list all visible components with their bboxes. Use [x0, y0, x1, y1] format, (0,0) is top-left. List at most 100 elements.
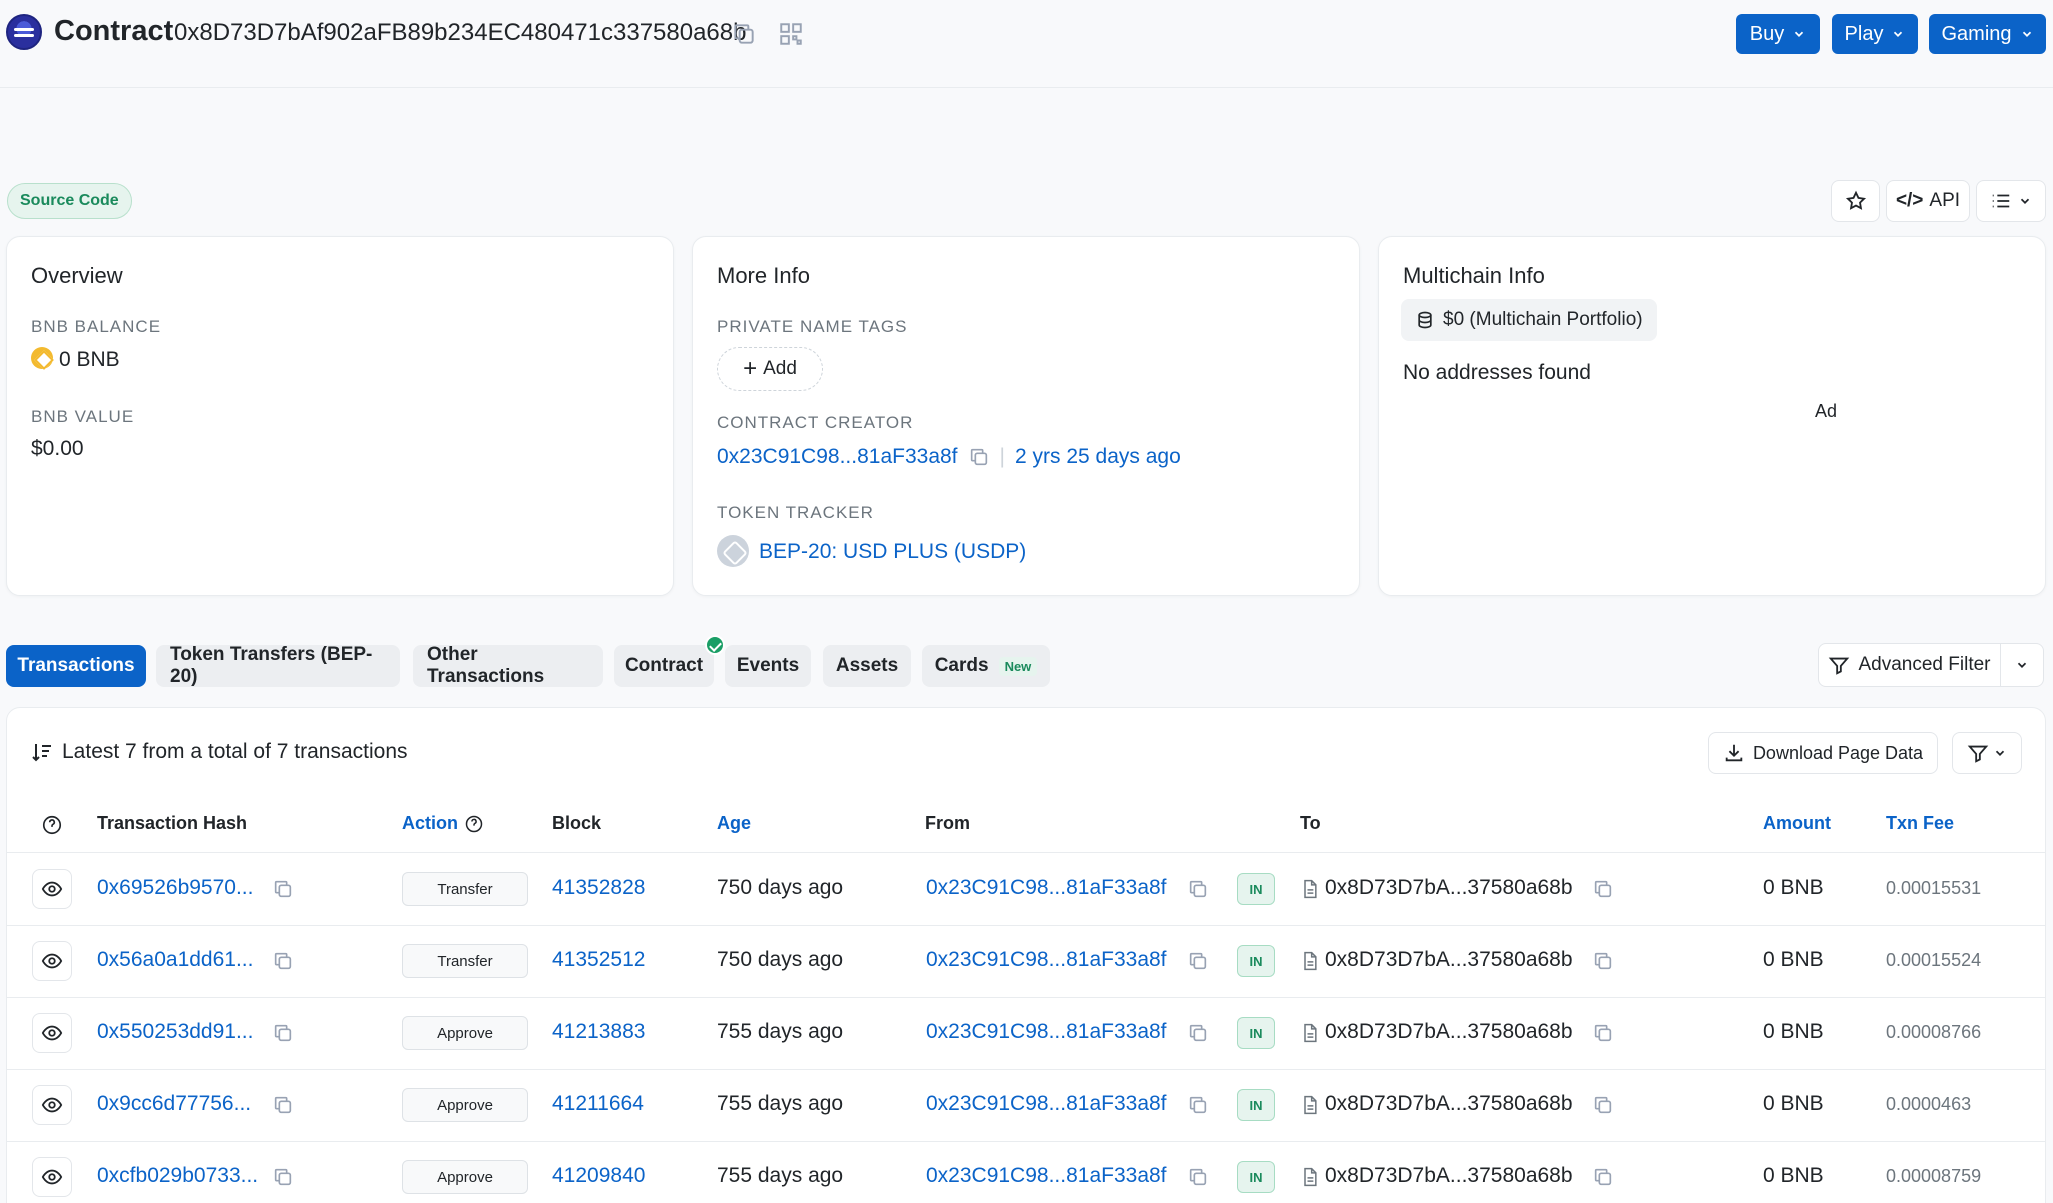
to-address[interactable]: 0x8D73D7bA...37580a68b — [1325, 876, 1573, 900]
favorite-button[interactable] — [1831, 180, 1880, 222]
download-label: Download Page Data — [1752, 742, 1924, 763]
tab-token-transfers[interactable]: Token Transfers (BEP-20) — [156, 644, 400, 687]
api-button-label: API — [1929, 190, 1961, 211]
tab-events[interactable]: Events — [725, 645, 811, 687]
from-address-link[interactable]: 0x23C91C98...81aF33a8f — [926, 1164, 1167, 1188]
from-address-link[interactable]: 0x23C91C98...81aF33a8f — [926, 876, 1167, 900]
tab-assets[interactable]: Assets — [823, 645, 911, 687]
copy-icon[interactable] — [1187, 1166, 1209, 1193]
copy-icon[interactable] — [1187, 878, 1209, 905]
bnb-value-label: BNB VALUE — [31, 407, 135, 426]
preview-button[interactable] — [32, 1013, 72, 1053]
eye-icon — [41, 1097, 63, 1113]
preview-button[interactable] — [32, 869, 72, 909]
copy-icon[interactable] — [272, 1094, 294, 1121]
col-action[interactable]: Action — [402, 813, 484, 834]
tab-transactions[interactable]: Transactions — [6, 645, 146, 687]
buy-button[interactable]: Buy — [1736, 14, 1820, 54]
txn-hash-link[interactable]: 0x9cc6d77756... — [97, 1092, 251, 1116]
txn-hash-link[interactable]: 0x550253dd91... — [97, 1020, 253, 1044]
api-button[interactable]: </> API — [1886, 180, 1970, 222]
copy-icon[interactable] — [272, 1022, 294, 1049]
download-icon — [1725, 744, 1743, 762]
advanced-filter-label: Advanced Filter — [1858, 654, 1991, 675]
site-logo-icon[interactable] — [6, 14, 42, 50]
copy-icon[interactable] — [1592, 1022, 1614, 1049]
from-address-link[interactable]: 0x23C91C98...81aF33a8f — [926, 1020, 1167, 1044]
table-filter-button[interactable] — [1952, 732, 2022, 774]
preview-button[interactable] — [32, 1157, 72, 1197]
txn-hash-link[interactable]: 0x69526b9570... — [97, 876, 253, 900]
copy-icon[interactable] — [272, 1166, 294, 1193]
more-options-button[interactable] — [1976, 180, 2046, 222]
multichain-title: Multichain Info — [1403, 263, 1545, 288]
row-divider — [6, 925, 2046, 926]
txn-fee-text: 0.00008766 — [1886, 1022, 1982, 1042]
source-code-badge[interactable]: Source Code — [7, 183, 132, 219]
copy-icon[interactable] — [1592, 878, 1614, 905]
overview-title: Overview — [31, 263, 123, 288]
play-button-label: Play — [1844, 22, 1884, 45]
copy-icon[interactable] — [1592, 950, 1614, 977]
age-text: 755 days ago — [717, 1164, 844, 1187]
add-name-tag-button[interactable]: + Add — [717, 347, 823, 391]
multichain-portfolio-button[interactable]: $0 (Multichain Portfolio) — [1401, 299, 1657, 341]
to-address[interactable]: 0x8D73D7bA...37580a68b — [1325, 1164, 1573, 1188]
tab-other-transactions[interactable]: Other Transactions — [413, 644, 603, 687]
copy-icon[interactable] — [1592, 1166, 1614, 1193]
from-address-link[interactable]: 0x23C91C98...81aF33a8f — [926, 1092, 1167, 1116]
advanced-filter-button[interactable]: Advanced Filter — [1818, 643, 2044, 687]
block-link[interactable]: 41213883 — [552, 1020, 645, 1044]
copy-icon[interactable] — [1592, 1094, 1614, 1121]
creator-age-link[interactable]: 2 yrs 25 days ago — [1015, 445, 1181, 469]
bnb-value-value: $0.00 — [31, 437, 84, 460]
advanced-filter-main[interactable]: Advanced Filter — [1819, 644, 2001, 686]
contract-file-icon — [1304, 879, 1317, 899]
copy-icon[interactable] — [968, 446, 990, 468]
col-txn-fee[interactable]: Txn Fee — [1886, 813, 1954, 834]
txn-hash-link[interactable]: 0x56a0a1dd61... — [97, 948, 253, 972]
col-amount[interactable]: Amount — [1763, 813, 1831, 834]
to-address[interactable]: 0x8D73D7bA...37580a68b — [1325, 1020, 1573, 1044]
to-address[interactable]: 0x8D73D7bA...37580a68b — [1325, 1092, 1573, 1116]
qr-code-icon[interactable] — [778, 21, 804, 47]
bnb-balance-text: 0 BNB — [59, 348, 120, 371]
creator-address-link[interactable]: 0x23C91C98...81aF33a8f — [717, 445, 958, 469]
copy-icon[interactable] — [731, 21, 757, 47]
help-icon[interactable] — [41, 814, 63, 836]
download-page-data-button[interactable]: Download Page Data — [1708, 732, 1938, 774]
preview-button[interactable] — [32, 941, 72, 981]
contract-file-icon — [1304, 1167, 1317, 1187]
age-text: 755 days ago — [717, 1092, 844, 1115]
copy-icon[interactable] — [272, 950, 294, 977]
preview-button[interactable] — [32, 1085, 72, 1125]
block-link[interactable]: 41209840 — [552, 1164, 645, 1188]
copy-icon[interactable] — [1187, 950, 1209, 977]
tab-cards[interactable]: Cards New — [922, 645, 1050, 687]
from-address-link[interactable]: 0x23C91C98...81aF33a8f — [926, 948, 1167, 972]
col-from: From — [925, 813, 970, 833]
token-tracker-link[interactable]: BEP-20: USD PLUS (USDP) — [759, 540, 1026, 563]
ad-label: Ad — [1815, 401, 1838, 421]
amount-text: 0 BNB — [1763, 948, 1824, 971]
col-action-label: Action — [402, 813, 458, 833]
eye-icon — [41, 953, 63, 969]
advanced-filter-dropdown[interactable] — [2001, 658, 2043, 672]
direction-badge: IN — [1237, 945, 1275, 977]
block-link[interactable]: 41211664 — [552, 1092, 644, 1116]
block-link[interactable]: 41352828 — [552, 876, 645, 900]
copy-icon[interactable] — [272, 878, 294, 905]
txn-fee-text: 0.00015524 — [1886, 950, 1982, 970]
help-icon[interactable] — [464, 814, 484, 834]
copy-icon[interactable] — [1187, 1094, 1209, 1121]
col-age[interactable]: Age — [717, 813, 751, 834]
to-address[interactable]: 0x8D73D7bA...37580a68b — [1325, 948, 1573, 972]
block-link[interactable]: 41352512 — [552, 948, 645, 972]
copy-icon[interactable] — [1187, 1022, 1209, 1049]
txn-hash-link[interactable]: 0xcfb029b0733... — [97, 1164, 258, 1188]
tab-contract[interactable]: Contract — [614, 645, 714, 687]
gaming-button[interactable]: Gaming — [1929, 14, 2046, 54]
play-button[interactable]: Play — [1832, 14, 1918, 54]
contract-creator-label: CONTRACT CREATOR — [717, 413, 914, 432]
transactions-summary: Latest 7 from a total of 7 transactions — [30, 740, 408, 764]
